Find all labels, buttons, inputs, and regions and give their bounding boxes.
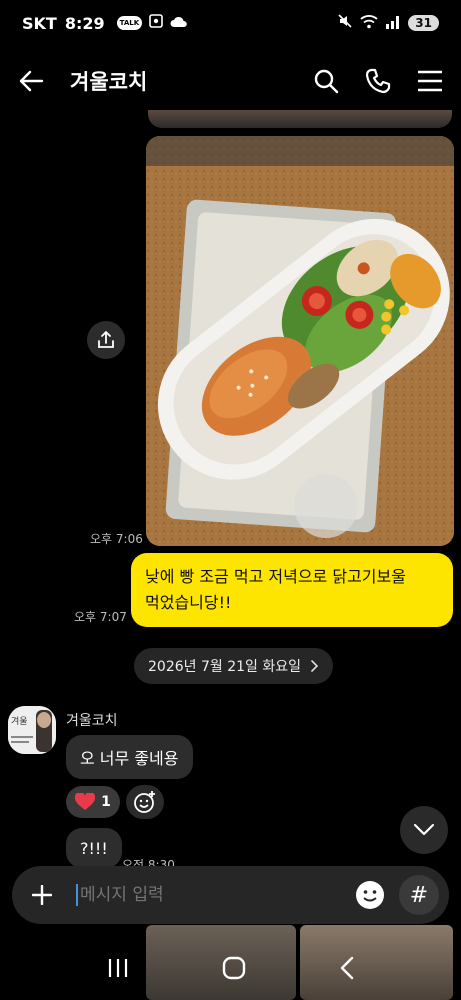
message-timestamp: 오후 7:06 bbox=[90, 532, 143, 546]
battery-indicator: 31 bbox=[408, 15, 439, 31]
add-emoji-icon bbox=[134, 791, 155, 813]
screenshot-icon bbox=[148, 13, 164, 33]
emoji-icon bbox=[356, 881, 384, 909]
coach-message-bubble[interactable]: 오 너무 좋네용 bbox=[66, 735, 193, 779]
add-reaction-button[interactable] bbox=[126, 785, 164, 819]
emoji-button[interactable] bbox=[353, 878, 387, 912]
clock: 8:29 bbox=[64, 13, 105, 33]
attach-button[interactable] bbox=[22, 875, 62, 915]
message-input-bar: # bbox=[12, 866, 449, 924]
photo-message-chicken-bowl[interactable] bbox=[146, 136, 454, 546]
coach-message-text: ?!!! bbox=[80, 838, 108, 858]
share-button[interactable] bbox=[87, 321, 125, 359]
status-bar: SKT 8:29 TALK 31 bbox=[0, 0, 461, 46]
signal-icon bbox=[385, 14, 401, 33]
menu-icon[interactable] bbox=[417, 70, 443, 92]
coach-message-text: 오 너무 좋네용 bbox=[80, 749, 179, 768]
plus-icon bbox=[32, 885, 52, 905]
phone-icon[interactable] bbox=[365, 68, 391, 94]
back-arrow-icon[interactable] bbox=[18, 69, 44, 93]
mute-icon bbox=[337, 13, 353, 33]
hash-icon[interactable]: # bbox=[399, 875, 439, 915]
my-message-line-2: 먹었습니당!! bbox=[145, 593, 232, 612]
avatar[interactable]: 겨울 bbox=[8, 706, 56, 754]
date-label: 2026년 7월 21일 화요일 bbox=[148, 659, 301, 675]
chat-header: 겨울코치 bbox=[0, 52, 461, 110]
coach-message-bubble[interactable]: ?!!! bbox=[66, 828, 122, 868]
scroll-to-bottom-button[interactable] bbox=[400, 806, 448, 854]
avatar-text: 겨울 bbox=[11, 717, 28, 727]
wifi-icon bbox=[360, 14, 378, 33]
nav-back-icon[interactable] bbox=[339, 956, 355, 984]
share-icon bbox=[98, 331, 114, 348]
home-icon[interactable] bbox=[222, 956, 246, 984]
chevron-right-icon bbox=[311, 660, 319, 672]
my-message-bubble[interactable]: 낮에 빵 조금 먹고 저녁으로 닭고기보울 먹었습니당!! bbox=[131, 553, 453, 627]
reaction-count: 1 bbox=[101, 794, 111, 810]
message-input[interactable] bbox=[76, 884, 353, 906]
sender-name: 겨울코치 bbox=[66, 713, 118, 729]
system-nav-bar bbox=[0, 940, 461, 1000]
previous-photo-message[interactable] bbox=[148, 110, 452, 128]
date-divider[interactable]: 2026년 7월 21일 화요일 bbox=[134, 648, 333, 684]
cloud-icon bbox=[170, 14, 188, 33]
carrier-label: SKT bbox=[22, 13, 57, 33]
talk-notification-icon: TALK bbox=[116, 16, 143, 30]
heart-icon bbox=[75, 793, 96, 810]
heart-reaction[interactable]: 1 bbox=[66, 786, 120, 818]
my-message-line-1: 낮에 빵 조금 먹고 저녁으로 닭고기보울 bbox=[145, 567, 406, 586]
chat-title: 겨울코치 bbox=[70, 70, 148, 94]
search-icon[interactable] bbox=[313, 68, 339, 94]
chicken-bowl-photo bbox=[146, 136, 454, 546]
recent-apps-icon[interactable] bbox=[106, 957, 130, 983]
chevron-down-icon bbox=[413, 823, 435, 836]
message-timestamp: 오후 7:07 bbox=[74, 610, 127, 624]
